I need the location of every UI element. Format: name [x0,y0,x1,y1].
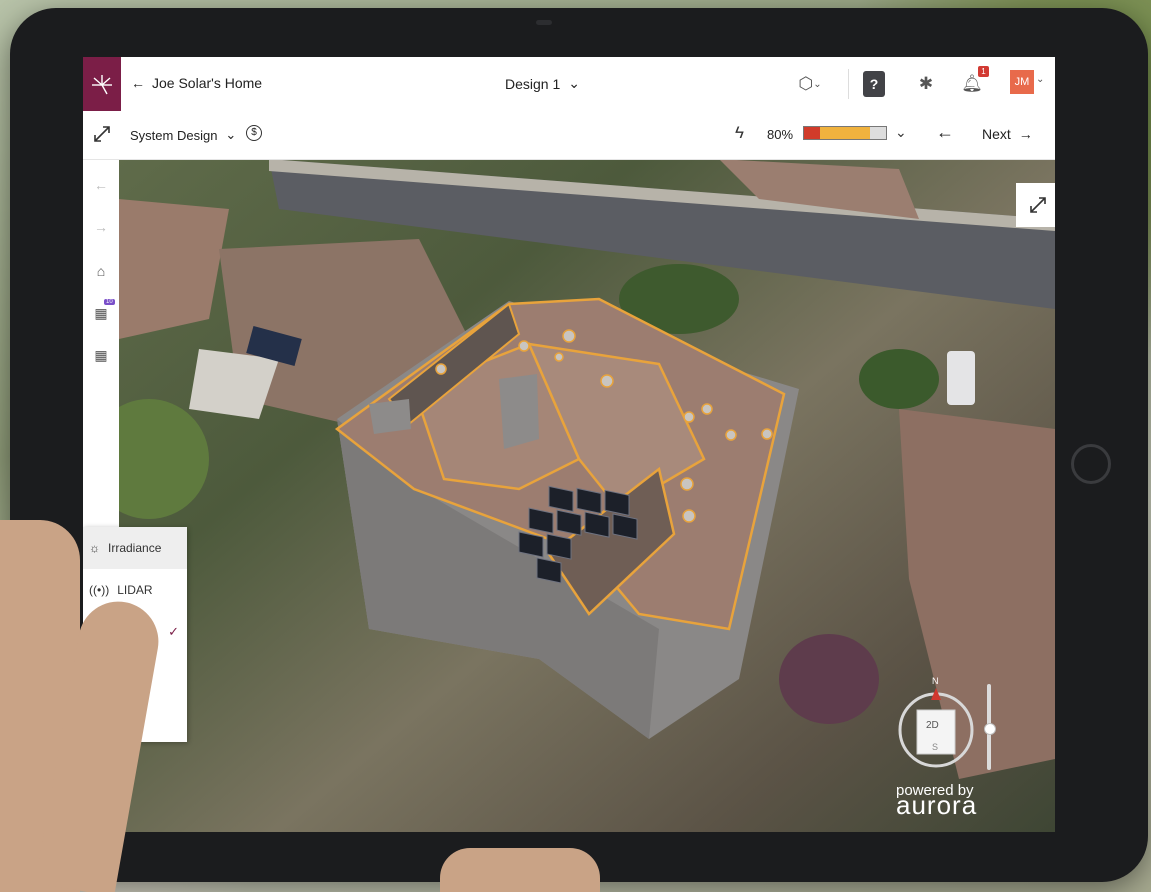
chevron-down-icon: ⌄ [568,75,580,91]
notifications-button[interactable]: 🔔︎ 1 [959,66,989,97]
tree [859,349,939,409]
zoom-slider-handle[interactable] [984,723,996,735]
expand-arrows-icon [1030,197,1046,213]
offset-percent: 80% [767,127,794,142]
fullscreen-button[interactable] [1016,183,1055,227]
camera [536,20,552,25]
chevron-down-icon[interactable]: ⌄ [1036,74,1044,85]
notification-count-badge: 1 [978,66,989,77]
layer-label: Irradiance [108,541,162,555]
redo-button[interactable]: → [91,217,111,237]
bell-icon: 🔔︎ [961,74,983,93]
compass-south-label: S [932,742,939,752]
powered-by-aurora: powered by aurora [896,783,978,820]
aurora-wordmark: aurora [896,790,978,820]
sunburst-logo-icon [92,75,112,95]
view-compass[interactable]: N 2D S [895,676,977,770]
parked-car [947,351,975,405]
bug-icon: ✱ [918,74,934,93]
sun-icon: ☼ [89,541,100,555]
photo-scene: N 2D S powered by aurora ← → ⌂ ▦ 10 ▦ ☼ I… [0,0,1151,892]
pricing-button[interactable]: $ [246,125,262,141]
app-header: ← Joe Solar's Home Design 1 ⌄ ⬡ ⌄ ? ✱ 🔔︎ … [83,57,1055,121]
right-thumb [440,848,600,892]
add-structure-button[interactable]: ⌂ [91,261,111,281]
right-arrow-icon: → [1018,126,1033,142]
house-plus-icon: ⌂ [96,263,106,279]
back-to-project-link[interactable]: ← Joe Solar's Home [131,75,262,91]
energy-offset-fill [804,127,870,139]
checkmark-icon: ✓ [168,624,179,639]
layer-label: LIDAR [117,583,153,597]
bug-report-button[interactable]: ✱ [913,71,939,97]
energy-offset-bar [803,126,887,140]
cube-icon: ⬡ [798,74,814,93]
compass-north-label: N [932,676,939,686]
chevron-down-icon[interactable]: ⌄ [895,124,907,141]
panel-layout-icon: ▦ [94,346,108,363]
user-avatar[interactable]: JM [1010,70,1034,94]
help-button[interactable]: ? [863,71,885,97]
broadcast-icon: ((•)) [89,583,110,597]
lawn [119,399,209,519]
redo-arrow-icon: → [94,219,108,235]
undo-button[interactable]: ← [91,175,111,195]
mode-selector[interactable]: System Design ⌄ [130,127,236,143]
header-divider [848,69,849,99]
mode-label: System Design [130,127,218,143]
patio-cover [189,349,279,419]
panel-count-button[interactable]: ▦ 10 [91,299,115,323]
tree [779,634,879,724]
layer-irradiance[interactable]: ☼ Irradiance [83,527,187,569]
compass-2d-button[interactable]: 2D [926,720,939,731]
left-arrow-icon: ← [936,122,954,142]
next-step-button[interactable]: Next → [982,126,1033,142]
chimney [369,399,411,434]
design-toolbar: System Design ⌄ $ ϟ 80% ⌄ ← Next → [83,111,1055,160]
neighbor-roof [119,199,229,339]
design-name: Design 1 [505,75,561,92]
3d-view-toggle[interactable]: ⬡ ⌄ [793,71,827,97]
project-name: Joe Solar's Home [152,75,263,91]
design-selector[interactable]: Design 1 ⌄ [505,75,580,92]
chevron-down-icon: ⌄ [813,78,822,90]
previous-step-button[interactable]: ← [936,122,954,143]
next-label: Next [982,126,1011,142]
panel-count-badge: 10 [104,299,115,305]
chimney [499,374,539,449]
lightning-bolt-icon: ϟ [735,123,744,142]
home-button [1071,444,1111,484]
panel-grid-icon: ▦ [94,304,108,321]
undo-arrow-icon: ← [94,177,108,193]
satellite-map-view[interactable]: N 2D S powered by aurora [119,159,1055,832]
app-screen: N 2D S powered by aurora ← → ⌂ ▦ 10 ▦ ☼ I… [83,57,1055,832]
chevron-down-icon: ⌄ [225,127,237,142]
panel-layout-button[interactable]: ▦ [91,345,111,365]
expand-diagonal-icon[interactable] [93,125,111,143]
back-arrow-icon: ← [131,75,145,91]
